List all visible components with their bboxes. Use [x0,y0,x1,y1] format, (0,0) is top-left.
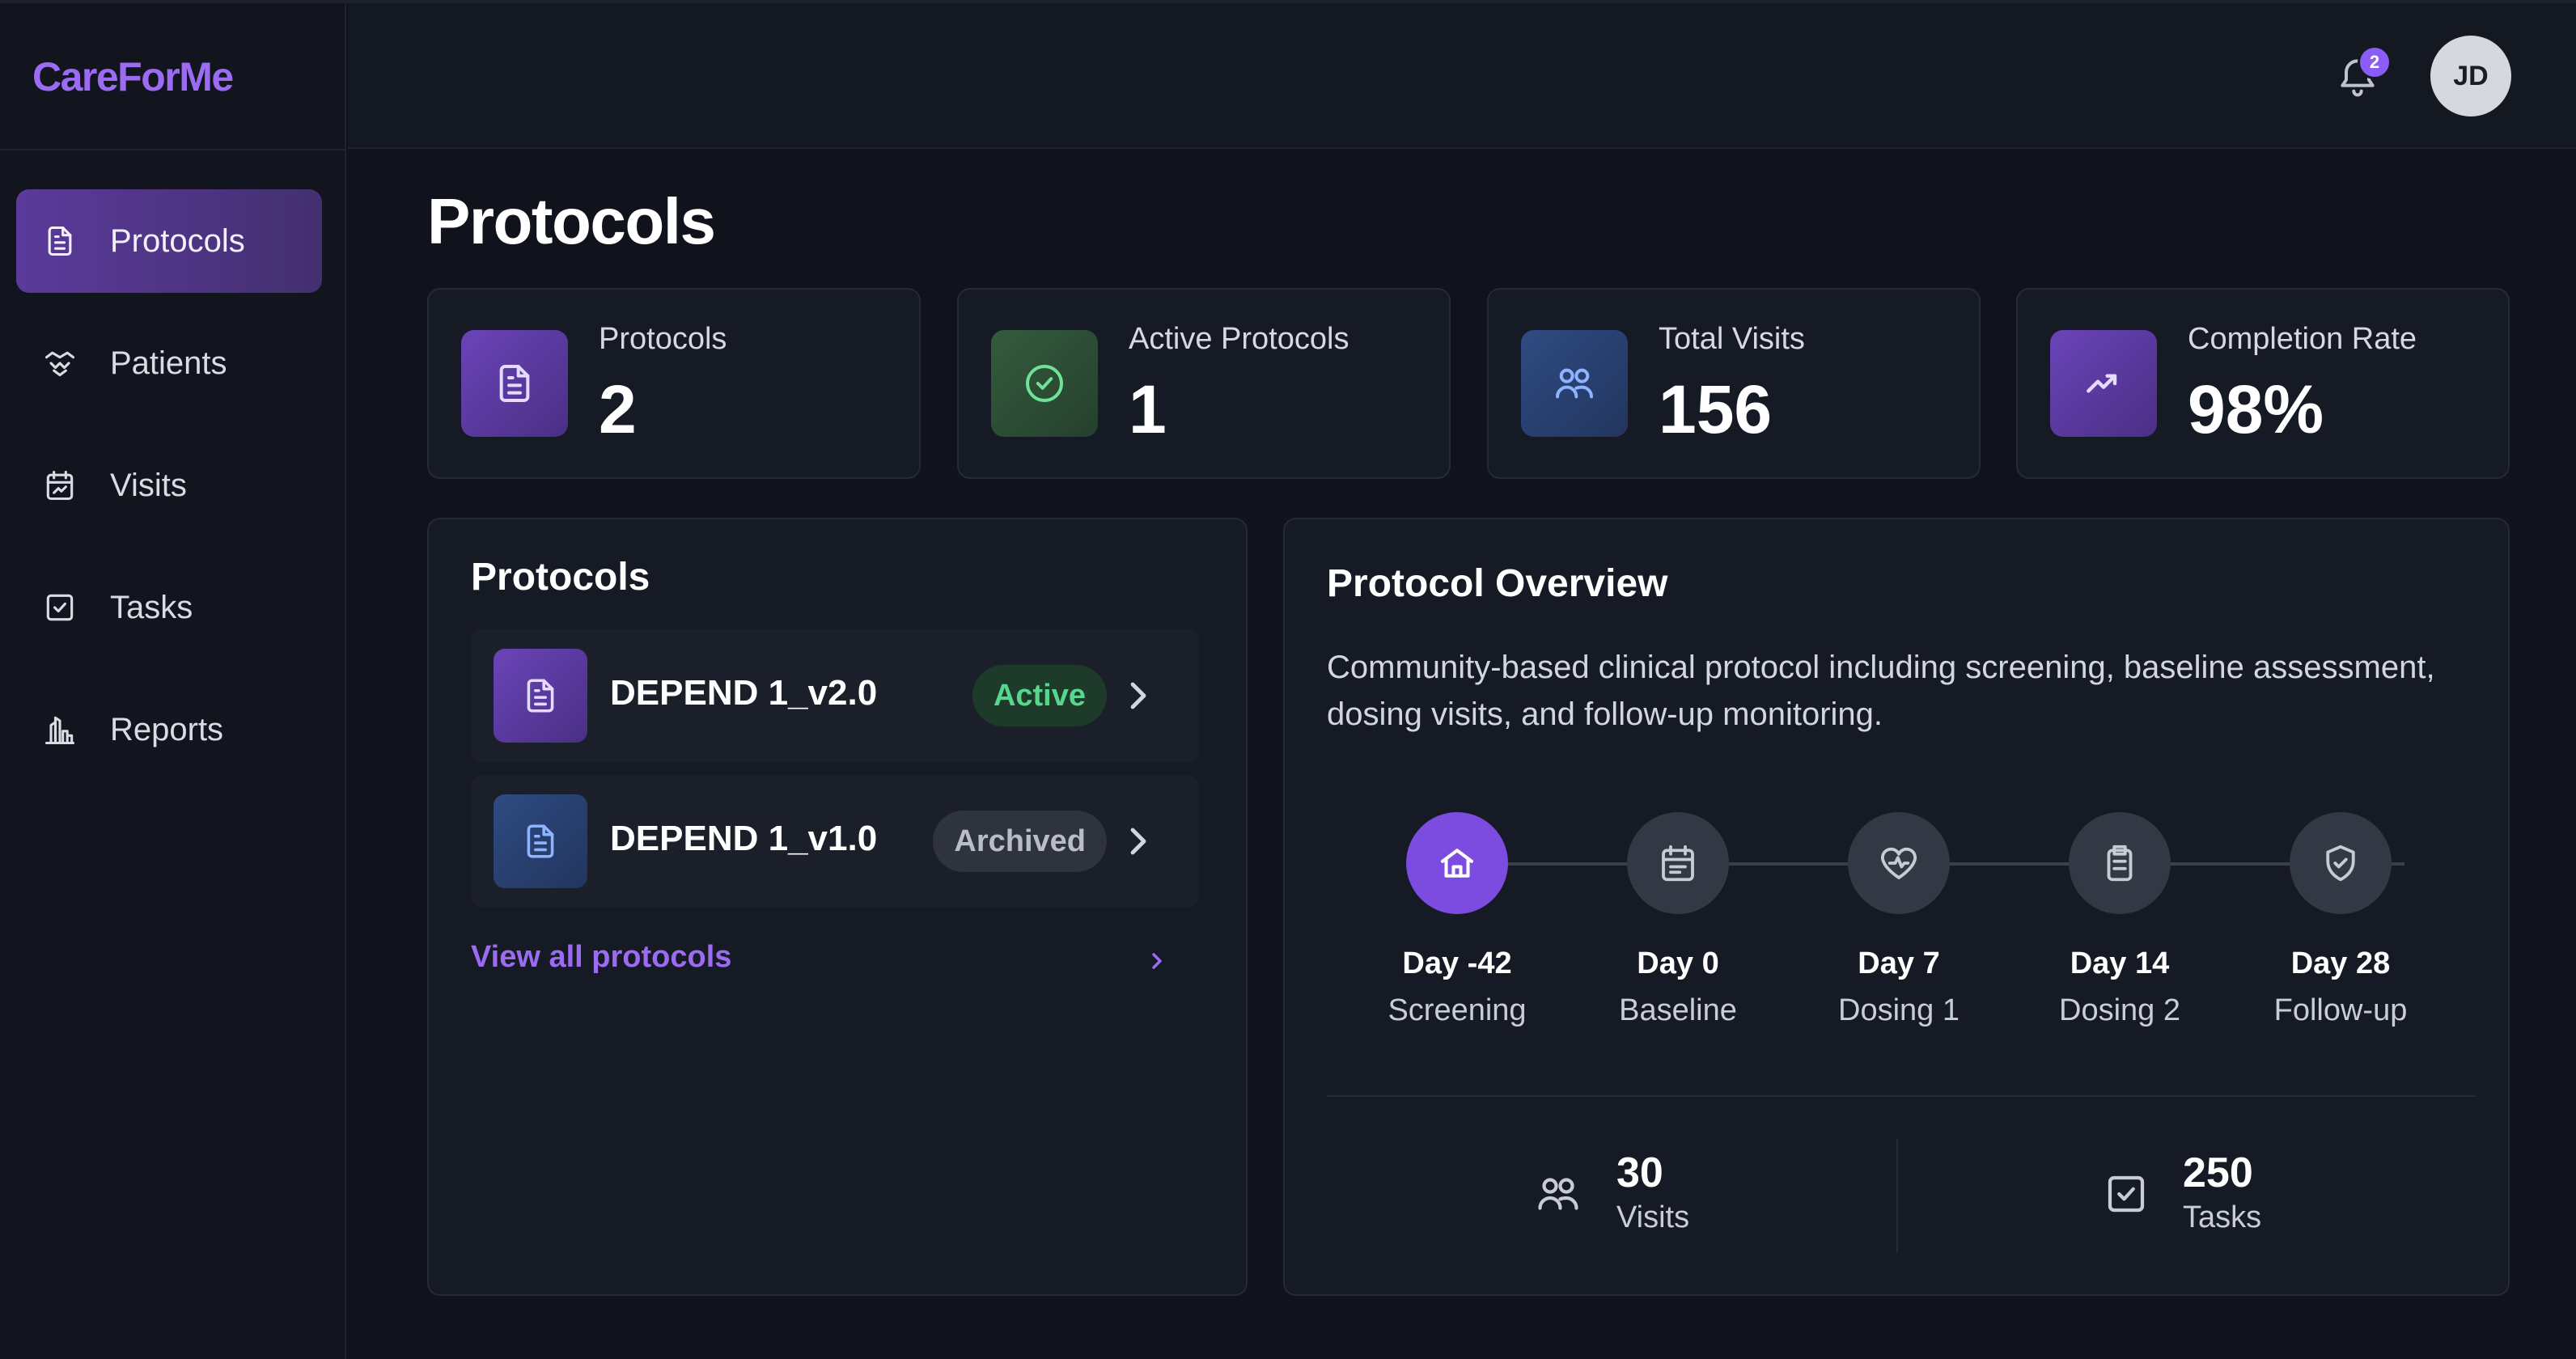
stat-value: 156 [1659,371,1773,447]
step-name: Dosing 2 [2059,993,2180,1027]
sidebar-item-tasks[interactable]: Tasks [16,556,322,659]
step-day: Day 28 [2290,946,2391,980]
checkbox-icon [2108,1175,2145,1213]
view-all-protocols-link[interactable]: View all protocols [471,940,731,975]
chevron-right-icon [1130,682,1146,709]
stat-value: 98% [2188,371,2324,447]
stat-card-total-visits: Total Visits 156 [1487,288,1981,479]
building-chart-icon [44,716,75,745]
sidebar-item-visits[interactable]: Visits [16,434,322,537]
notification-badge: 2 [2358,45,2392,79]
overview-description: Community-based clinical protocol includ… [1327,650,2435,732]
step-name: Screening [1388,993,1527,1027]
step-day: Day 7 [1858,946,1940,980]
checkbox-icon [46,594,74,621]
summary-visits-value: 30 [1616,1149,1663,1196]
chevron-right-icon [1130,828,1146,855]
timeline-step-follow-up[interactable] [2290,812,2392,914]
heart-pulse-icon [1880,847,1917,879]
stat-label: Protocols [599,322,727,356]
stat-label: Completion Rate [2188,322,2417,356]
stat-value: 1 [1129,371,1167,447]
overview-divider [1327,1095,2476,1097]
timeline-step-dosing-1[interactable] [1848,812,1950,914]
stat-card-completion-rate: Completion Rate 98% [2016,288,2510,479]
summary-visits-label: Visits [1616,1200,1690,1234]
trending-up-icon [2087,374,2117,393]
status-badge: Archived [933,811,1107,872]
stat-label: Active Protocols [1129,322,1349,356]
chevron-right-icon[interactable] [1144,948,1170,974]
calendar-icon [46,470,74,501]
timeline-step-baseline[interactable] [1627,812,1729,914]
stat-icon-box [991,330,1098,437]
protocol-icon-box [494,649,587,743]
sidebar-item-protocols[interactable]: Protocols [16,189,322,293]
protocol-name: DEPEND 1_v2.0 [610,673,878,713]
check-circle-icon [1026,365,1063,402]
sidebar-item-label: Visits [110,467,187,503]
step-name: Follow-up [2273,993,2408,1027]
protocol-row-v2[interactable]: DEPEND 1_v2.0 Active [471,629,1199,762]
summary-tasks-label: Tasks [2183,1200,2262,1234]
protocol-icon-box [494,794,587,888]
stat-icon-box [461,330,568,437]
protocols-panel: Protocols DEPEND 1_v2.0 Active DEPEND 1_… [427,518,1248,1296]
step-day: Day 0 [1637,946,1719,980]
step-day: Day -42 [1402,946,1512,980]
document-icon [527,679,554,713]
stat-card-protocols: Protocols 2 [427,288,921,479]
users-icon [1538,1178,1578,1210]
protocol-overview-panel: Protocol Overview Community-based clinic… [1283,518,2510,1296]
stat-label: Total Visits [1659,322,1805,356]
sidebar-item-label: Reports [110,711,224,747]
step-day: Day 14 [2070,946,2170,980]
sidebar: CareForMe Protocols Patients Visits Task… [0,3,346,1359]
step-name: Dosing 1 [1838,993,1960,1027]
summary-divider [1896,1139,1898,1252]
document-icon [48,226,72,256]
summary-tasks-value: 250 [2183,1149,2253,1196]
sidebar-item-label: Patients [110,345,227,381]
sidebar-item-label: Protocols [110,222,245,259]
protocol-row-v1[interactable]: DEPEND 1_v1.0 Archived [471,775,1199,908]
calendar-icon [1662,845,1694,882]
timeline-step-dosing-2[interactable] [2069,812,2171,914]
panel-title: Protocol Overview [1327,562,1668,605]
home-icon [1440,849,1474,878]
stat-value: 2 [599,371,637,447]
stat-card-active-protocols: Active Protocols 1 [957,288,1451,479]
top-bar [348,3,2576,149]
users-icon [1556,368,1593,399]
panel-title: Protocols [471,556,650,599]
step-name: Baseline [1619,993,1737,1027]
people-handshake-icon [44,351,75,377]
stat-icon-box [2050,330,2157,437]
document-icon [527,824,554,858]
shield-check-icon [2326,845,2355,882]
status-badge: Active [972,665,1107,726]
avatar[interactable]: JD [2430,36,2511,116]
app-logo[interactable]: CareForMe [32,53,234,100]
sidebar-item-patients[interactable]: Patients [16,311,322,415]
page-title: Protocols [427,185,716,257]
protocol-name: DEPEND 1_v1.0 [610,819,878,858]
timeline-step-screening[interactable] [1406,812,1508,914]
sidebar-item-reports[interactable]: Reports [16,678,322,781]
clipboard-icon [2107,845,2133,882]
sidebar-item-label: Tasks [110,589,193,625]
document-icon [499,365,530,402]
sidebar-divider [0,149,346,150]
stat-icon-box [1521,330,1628,437]
